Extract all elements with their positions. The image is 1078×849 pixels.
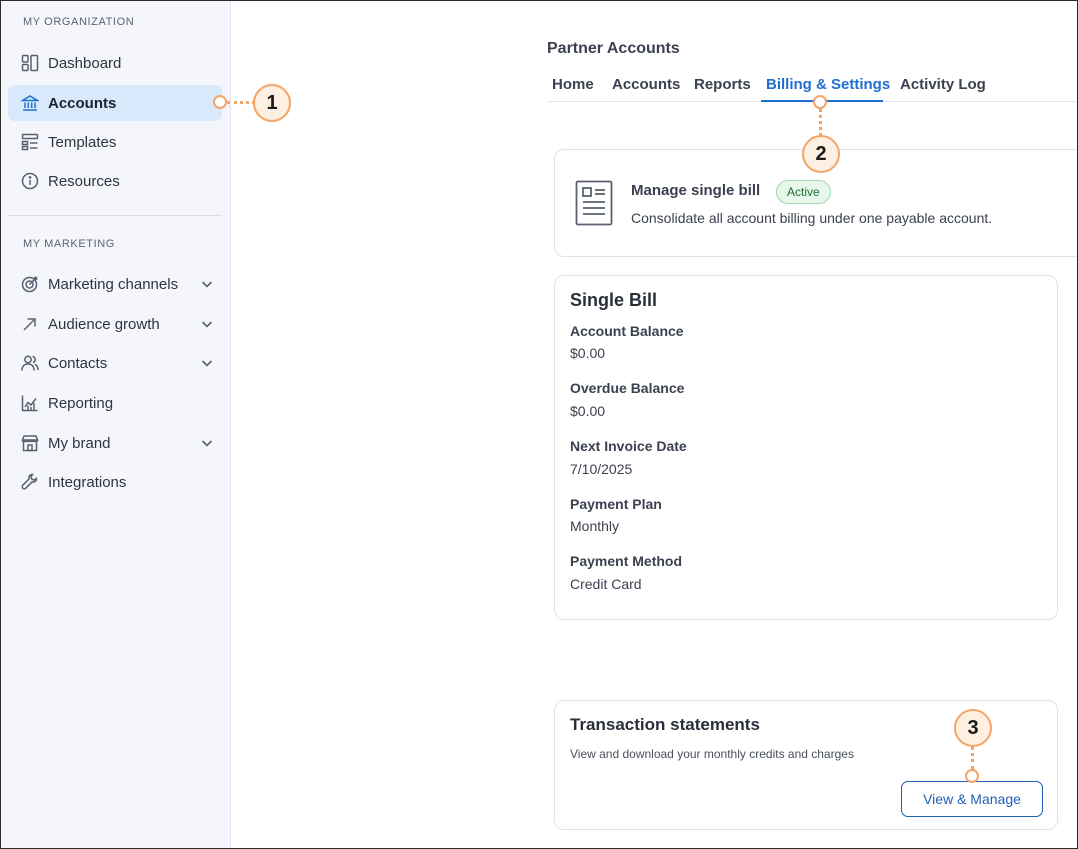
storefront-icon	[20, 433, 40, 453]
sidebar-item-contacts[interactable]: Contacts	[8, 345, 222, 381]
callout-3: 3	[954, 709, 992, 747]
sidebar-item-templates[interactable]: Templates	[8, 124, 222, 160]
tab-reports[interactable]: Reports	[694, 76, 751, 93]
payment-plan-label: Payment Plan	[570, 496, 662, 512]
callout-2-anchor	[813, 95, 827, 109]
overdue-balance-value: $0.00	[570, 403, 606, 419]
sidebar-item-label: Reporting	[48, 394, 114, 412]
manage-single-bill-title: Manage single bill	[631, 182, 761, 199]
payment-method-value: Credit Card	[570, 576, 642, 592]
chevron-down-icon[interactable]	[200, 277, 214, 291]
sidebar-divider	[8, 215, 222, 216]
sidebar-item-label: Contacts	[48, 354, 108, 372]
chevron-down-icon[interactable]	[200, 317, 214, 331]
sidebar: MY ORGANIZATION Dashboard Accounts Templ…	[0, 0, 231, 849]
sidebar-item-label: Marketing channels	[48, 275, 179, 293]
templates-icon	[20, 132, 40, 152]
chevron-down-icon[interactable]	[200, 356, 214, 370]
target-icon	[20, 274, 40, 294]
single-bill-title: Single Bill	[570, 290, 658, 310]
sidebar-item-reporting[interactable]: Reporting	[8, 385, 222, 421]
account-balance-label: Account Balance	[570, 323, 684, 339]
account-balance-value: $0.00	[570, 345, 606, 361]
arrow-up-right-icon	[20, 314, 40, 334]
bank-icon	[20, 93, 40, 113]
sidebar-item-label: Dashboard	[48, 54, 122, 72]
section-label-marketing: MY MARKETING	[23, 238, 115, 250]
callout-2-leader	[819, 109, 822, 136]
people-icon	[20, 353, 40, 373]
transaction-statements-title: Transaction statements	[570, 715, 760, 734]
sidebar-item-label: Audience growth	[48, 315, 160, 333]
sidebar-item-integrations[interactable]: Integrations	[8, 464, 222, 500]
sidebar-item-label: Resources	[48, 172, 120, 190]
tab-activity-log[interactable]: Activity Log	[900, 76, 986, 93]
status-badge: Active	[776, 180, 831, 204]
sidebar-item-label: My brand	[48, 434, 111, 452]
wrench-icon	[20, 472, 40, 492]
manage-single-bill-description: Consolidate all account billing under on…	[631, 210, 993, 226]
callout-1: 1	[253, 84, 291, 122]
sidebar-item-marketing-channels[interactable]: Marketing channels	[8, 266, 222, 302]
sidebar-item-my-brand[interactable]: My brand	[8, 425, 222, 461]
section-label-organization: MY ORGANIZATION	[23, 16, 135, 28]
callout-1-anchor	[213, 95, 227, 109]
sidebar-item-label: Templates	[48, 133, 117, 151]
next-invoice-date-label: Next Invoice Date	[570, 438, 687, 454]
payment-plan-value: Monthly	[570, 518, 620, 534]
info-icon	[20, 171, 40, 191]
callout-1-leader	[227, 101, 255, 104]
view-manage-button[interactable]: View & Manage	[901, 781, 1043, 817]
sidebar-item-audience-growth[interactable]: Audience growth	[8, 306, 222, 342]
callout-2: 2	[802, 135, 840, 173]
chart-icon	[20, 393, 40, 413]
sidebar-item-label: Integrations	[48, 473, 127, 491]
single-bill-card: Single Bill Account Balance $0.00 Overdu…	[554, 275, 1058, 620]
chevron-down-icon[interactable]	[200, 436, 214, 450]
next-invoice-date-value: 7/10/2025	[570, 461, 633, 477]
page-title: Partner Accounts	[547, 40, 680, 57]
callout-3-anchor	[965, 769, 979, 783]
tab-home[interactable]: Home	[552, 76, 594, 93]
tab-bar: Home Accounts Reports Billing & Settings…	[547, 72, 1078, 102]
tab-billing-settings[interactable]: Billing & Settings	[766, 76, 890, 93]
callout-3-leader	[971, 746, 974, 770]
sidebar-item-dashboard[interactable]: Dashboard	[8, 45, 222, 81]
overdue-balance-label: Overdue Balance	[570, 380, 685, 396]
dashboard-icon	[20, 53, 40, 73]
sidebar-item-accounts[interactable]: Accounts	[8, 85, 222, 121]
tab-accounts[interactable]: Accounts	[612, 76, 680, 93]
payment-method-label: Payment Method	[570, 553, 683, 569]
sidebar-item-label: Accounts	[48, 94, 117, 112]
transaction-statements-description: View and download your monthly credits a…	[570, 747, 854, 761]
document-icon	[575, 180, 613, 231]
sidebar-item-resources[interactable]: Resources	[8, 163, 222, 199]
